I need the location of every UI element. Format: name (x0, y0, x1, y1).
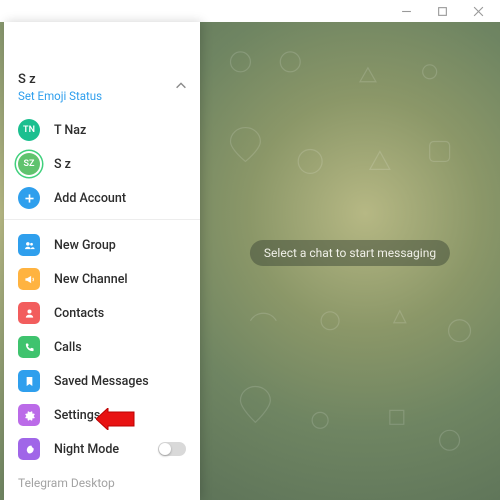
chat-area: Select a chat to start messaging (200, 22, 500, 500)
plus-icon (18, 187, 40, 209)
menu-label: Saved Messages (54, 374, 149, 389)
separator (4, 219, 200, 220)
phone-icon (18, 336, 40, 358)
app: S z Set Emoji Status TN T Naz SZ S z Add… (0, 22, 500, 500)
menu-new-group[interactable]: New Group (4, 228, 200, 262)
minimize-button[interactable] (388, 0, 424, 22)
user-icon (18, 302, 40, 324)
menu-label: Contacts (54, 306, 104, 321)
menu-calls[interactable]: Calls (4, 330, 200, 364)
menu-label: Night Mode (54, 442, 119, 457)
set-emoji-status[interactable]: Set Emoji Status (18, 89, 186, 103)
profile-section: S z Set Emoji Status (4, 22, 200, 109)
avatar: TN (18, 119, 40, 141)
profile-name: S z (18, 72, 186, 87)
menu-new-channel[interactable]: New Channel (4, 262, 200, 296)
accounts-list: TN T Naz SZ S z Add Account (4, 109, 200, 215)
titlebar (0, 0, 500, 22)
night-mode-toggle[interactable] (158, 442, 186, 456)
placeholder-bubble: Select a chat to start messaging (250, 240, 450, 266)
menu-label: Settings (54, 408, 100, 423)
add-account-item[interactable]: Add Account (4, 181, 200, 215)
menu-label: New Group (54, 238, 116, 253)
chevron-up-icon[interactable] (174, 78, 188, 97)
menu-night-mode[interactable]: Night Mode (4, 432, 200, 466)
add-account-label: Add Account (54, 191, 126, 206)
gear-icon (18, 404, 40, 426)
group-icon (18, 234, 40, 256)
menu-contacts[interactable]: Contacts (4, 296, 200, 330)
maximize-button[interactable] (424, 0, 460, 22)
menu-label: Calls (54, 340, 82, 355)
menu-saved-messages[interactable]: Saved Messages (4, 364, 200, 398)
account-label: T Naz (54, 123, 86, 138)
moon-icon (18, 438, 40, 460)
avatar: SZ (18, 153, 40, 175)
close-button[interactable] (460, 0, 496, 22)
annotation-arrow (96, 408, 136, 434)
app-footer: Telegram Desktop (4, 468, 200, 500)
megaphone-icon (18, 268, 40, 290)
menu-label: New Channel (54, 272, 128, 287)
bookmark-icon (18, 370, 40, 392)
account-item[interactable]: SZ S z (4, 147, 200, 181)
account-item[interactable]: TN T Naz (4, 113, 200, 147)
account-label: S z (54, 157, 71, 172)
